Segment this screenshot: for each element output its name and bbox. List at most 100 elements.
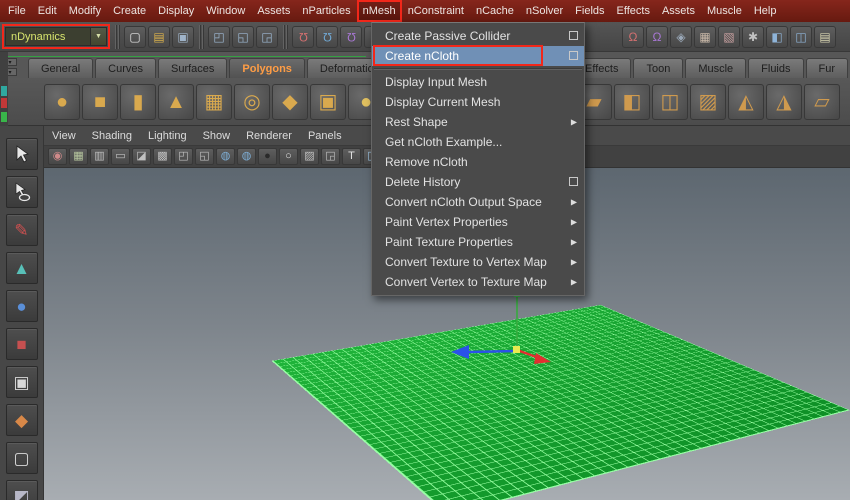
shelf-tab-surfaces[interactable]: Surfaces: [158, 58, 227, 78]
shelf-tab-muscle[interactable]: Muscle: [685, 58, 746, 78]
shelf-tab-toon[interactable]: Toon: [633, 58, 683, 78]
poly-torus-icon[interactable]: ◎: [234, 84, 270, 120]
menu-item-create-ncloth[interactable]: Create nCloth ▶: [372, 46, 584, 66]
safe-action-icon[interactable]: ◰: [174, 148, 193, 165]
poly-sphere-icon[interactable]: ●: [44, 84, 80, 120]
menu-item-convert-vertex-to-texture-map[interactable]: Convert Vertex to Texture Map ▶: [372, 272, 584, 292]
poly-cone-icon[interactable]: ▲: [158, 84, 194, 120]
menu-assets[interactable]: Assets: [251, 0, 296, 22]
black-circle-icon[interactable]: ●: [258, 148, 277, 165]
tool-button[interactable]: ◩: [6, 480, 38, 500]
panel-menu-shading[interactable]: Shading: [84, 130, 140, 142]
menu-nsolver[interactable]: nSolver: [520, 0, 569, 22]
notepad-icon[interactable]: ▤: [814, 26, 836, 48]
text-tool-icon[interactable]: T: [342, 148, 361, 165]
menu-assets-2[interactable]: Assets: [656, 0, 701, 22]
render-current-frame-icon[interactable]: ▦: [694, 26, 716, 48]
render-settings-icon[interactable]: ✱: [742, 26, 764, 48]
rotate-tool-icon[interactable]: ●: [6, 290, 38, 322]
menu-nparticles[interactable]: nParticles: [296, 0, 356, 22]
move-manipulator[interactable]: [439, 288, 569, 368]
shelf-tab-polygons[interactable]: Polygons: [229, 58, 305, 78]
lasso-tool-icon[interactable]: [6, 176, 38, 208]
menu-nconstraint[interactable]: nConstraint: [402, 0, 470, 22]
menu-item-display-input-mesh[interactable]: Display Input Mesh ▶: [372, 72, 584, 92]
menu-file[interactable]: File: [2, 0, 32, 22]
poly-cylinder-icon[interactable]: ▮: [120, 84, 156, 120]
poly-prism-icon[interactable]: ◆: [272, 84, 308, 120]
safe-title-icon[interactable]: ◱: [195, 148, 214, 165]
snap-to-points-icon[interactable]: Ω: [340, 26, 362, 48]
mesh-tool-icon[interactable]: ◮: [766, 84, 802, 120]
paint-select-tool-icon[interactable]: ✎: [6, 214, 38, 246]
magnet-icon[interactable]: Ω: [646, 26, 668, 48]
toolbar-divider[interactable]: [197, 25, 205, 49]
menu-item-paint-vertex-properties[interactable]: Paint Vertex Properties ▶: [372, 212, 584, 232]
mesh-tool-icon[interactable]: ▱: [804, 84, 840, 120]
grid-icon[interactable]: ▦: [69, 148, 88, 165]
open-scene-icon[interactable]: ▤: [148, 26, 170, 48]
universal-manipulator-tool-icon[interactable]: ▣: [6, 366, 38, 398]
checker-icon[interactable]: ▨: [300, 148, 319, 165]
select-component-icon[interactable]: ◲: [256, 26, 278, 48]
mesh-tool-icon[interactable]: ◭: [728, 84, 764, 120]
new-scene-icon[interactable]: ▢: [124, 26, 146, 48]
select-tool-icon[interactable]: [6, 138, 38, 170]
x-box-icon[interactable]: ◲: [321, 148, 340, 165]
panel-layout-icon[interactable]: ◧: [766, 26, 788, 48]
shelf-tab-curves[interactable]: Curves: [95, 58, 156, 78]
tool-button[interactable]: ▢: [6, 442, 38, 474]
menu-item-rest-shape[interactable]: Rest Shape ▶: [372, 112, 584, 132]
menu-ncache[interactable]: nCache: [470, 0, 520, 22]
menu-item-convert-texture-to-vertex-map[interactable]: Convert Texture to Vertex Map ▶: [372, 252, 584, 272]
dropdown-arrow-icon[interactable]: ▼: [91, 27, 107, 46]
shelf-tab-fur[interactable]: Fur: [806, 58, 849, 78]
resolution-gate-icon[interactable]: ▭: [111, 148, 130, 165]
gate-mask-icon[interactable]: ◪: [132, 148, 151, 165]
manipulator-z-axis[interactable]: [469, 351, 517, 352]
option-box-icon[interactable]: [569, 51, 578, 60]
menu-item-display-current-mesh[interactable]: Display Current Mesh ▶: [372, 92, 584, 112]
shelf-tab-general[interactable]: General: [28, 58, 93, 78]
menu-item-convert-ncloth-output-space[interactable]: Convert nCloth Output Space ▶: [372, 192, 584, 212]
globe-icon[interactable]: ◍: [216, 148, 235, 165]
film-gate-icon[interactable]: ▥: [90, 148, 109, 165]
panel-menu-renderer[interactable]: Renderer: [238, 130, 300, 142]
shelf-tab-fluids[interactable]: Fluids: [748, 58, 803, 78]
move-tool-icon[interactable]: ▲: [6, 252, 38, 284]
panel-menu-panels[interactable]: Panels: [300, 130, 350, 142]
save-scene-icon[interactable]: ▣: [172, 26, 194, 48]
scale-tool-icon[interactable]: ■: [6, 328, 38, 360]
menu-item-create-passive-collider[interactable]: Create Passive Collider ▶: [372, 26, 584, 46]
panel-menu-show[interactable]: Show: [195, 130, 239, 142]
manipulator-z-arrow[interactable]: [451, 345, 469, 359]
menu-item-remove-ncloth[interactable]: Remove nCloth ▶: [372, 152, 584, 172]
lock-icon[interactable]: ◈: [670, 26, 692, 48]
poly-pipe-icon[interactable]: ▣: [310, 84, 346, 120]
globe-icon[interactable]: ◍: [237, 148, 256, 165]
menu-item-delete-history[interactable]: Delete History ▶: [372, 172, 584, 192]
manipulator-center-handle[interactable]: [513, 346, 520, 353]
menu-set-dropdown[interactable]: nDynamics ▼: [5, 27, 107, 46]
menu-help[interactable]: Help: [748, 0, 783, 22]
menu-item-get-ncloth-example[interactable]: Get nCloth Example... ▶: [372, 132, 584, 152]
field-chart-icon[interactable]: ▩: [153, 148, 172, 165]
white-circle-icon[interactable]: ○: [279, 148, 298, 165]
menu-create[interactable]: Create: [107, 0, 152, 22]
menu-effects[interactable]: Effects: [611, 0, 656, 22]
snap-to-curves-icon[interactable]: Ω: [316, 26, 338, 48]
toolbar-divider[interactable]: [281, 25, 289, 49]
panel-menu-view[interactable]: View: [44, 130, 84, 142]
option-box-icon[interactable]: [569, 177, 578, 186]
mesh-tool-icon[interactable]: ▨: [690, 84, 726, 120]
poly-plane-icon[interactable]: ▦: [196, 84, 232, 120]
menu-edit[interactable]: Edit: [32, 0, 63, 22]
menu-item-paint-texture-properties[interactable]: Paint Texture Properties ▶: [372, 232, 584, 252]
select-hierarchy-icon[interactable]: ◰: [208, 26, 230, 48]
menu-modify[interactable]: Modify: [63, 0, 107, 22]
option-box-icon[interactable]: [569, 31, 578, 40]
poly-cube-icon[interactable]: ■: [82, 84, 118, 120]
toolbar-divider[interactable]: [113, 25, 121, 49]
panel-layout-icon[interactable]: ◫: [790, 26, 812, 48]
mesh-tool-icon[interactable]: ◫: [652, 84, 688, 120]
